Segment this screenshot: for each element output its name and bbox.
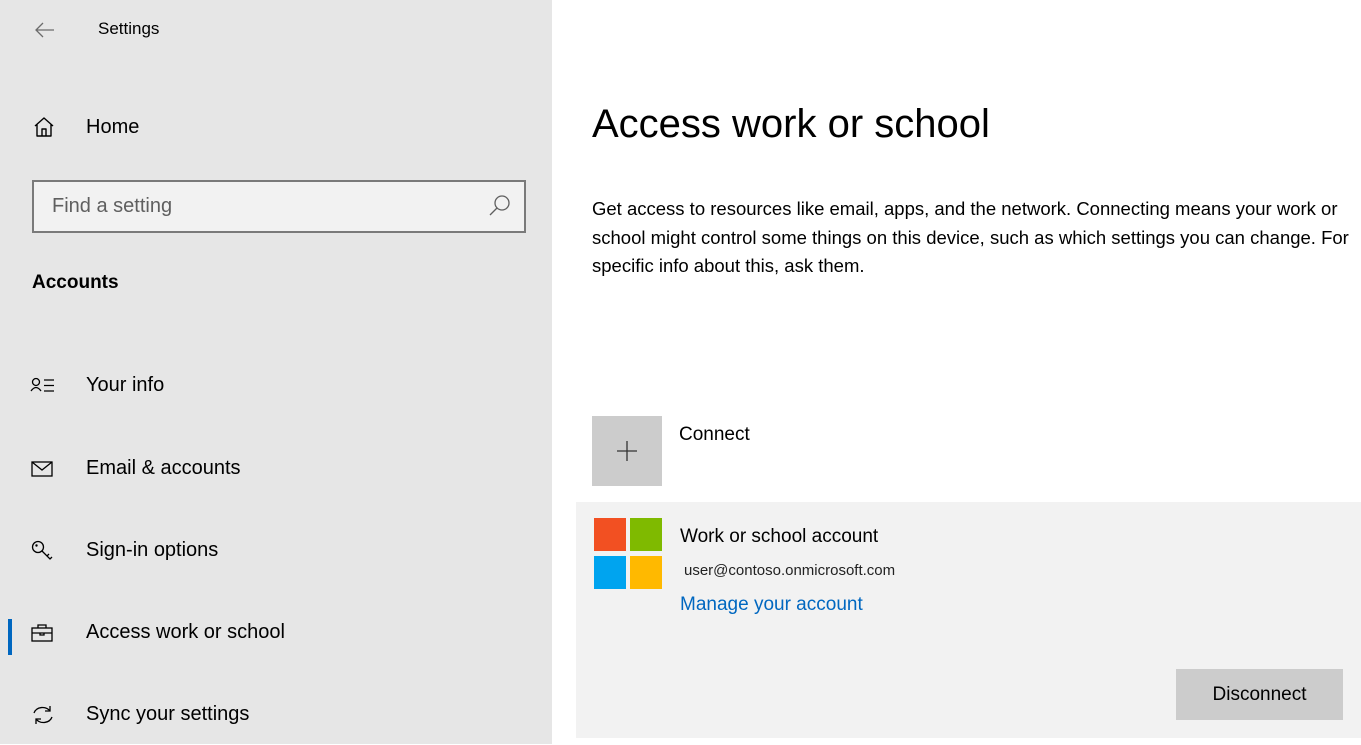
account-email: user@contoso.onmicrosoft.com: [684, 562, 896, 579]
sidebar-item-sync-your-settings[interactable]: Sync your settings: [0, 685, 552, 745]
account-name: Work or school account: [680, 526, 879, 547]
page-description: Get access to resources like email, apps…: [592, 198, 1349, 276]
microsoft-logo-icon: [594, 518, 662, 589]
sidebar-item-label: Your info: [86, 374, 165, 396]
section-title: Accounts: [32, 272, 119, 293]
briefcase-icon: [31, 624, 53, 642]
disconnect-button[interactable]: Disconnect: [1176, 669, 1343, 720]
selection-indicator: [8, 619, 12, 655]
page-title: Access work or school: [592, 102, 990, 146]
sidebar: Settings Home Accounts Your info Email &…: [0, 0, 552, 744]
connect-tile[interactable]: [592, 416, 662, 486]
app-title: Settings: [98, 19, 160, 38]
sidebar-item-label: Sync your settings: [86, 703, 250, 725]
title-bar: Settings: [0, 0, 552, 62]
manage-account-link[interactable]: Manage your account: [680, 594, 863, 616]
sidebar-item-label: Email & accounts: [86, 457, 241, 479]
sidebar-item-label: Home: [86, 116, 140, 138]
home-icon: [34, 117, 54, 137]
connect-label: Connect: [679, 424, 750, 445]
account-panel[interactable]: Work or school account user@contoso.onmi…: [576, 502, 1361, 738]
sidebar-item-email-accounts[interactable]: Email & accounts: [0, 439, 552, 499]
sidebar-item-sign-in-options[interactable]: Sign-in options: [0, 521, 552, 581]
sidebar-item-home[interactable]: Home: [0, 104, 552, 150]
key-icon: [31, 540, 53, 560]
sidebar-item-label: Sign-in options: [86, 539, 219, 561]
sidebar-item-your-info[interactable]: Your info: [0, 356, 552, 416]
search-input[interactable]: [34, 182, 474, 231]
search-icon[interactable]: [488, 194, 512, 218]
search-box[interactable]: [32, 180, 526, 233]
connect-button[interactable]: Connect: [592, 416, 992, 486]
person-list-icon: [30, 377, 54, 392]
sync-icon: [33, 706, 53, 724]
envelope-icon: [31, 461, 53, 477]
back-button[interactable]: [22, 10, 68, 50]
sidebar-item-access-work-or-school[interactable]: Access work or school: [0, 603, 552, 663]
main-content: Access work or school Get access to reso…: [552, 0, 1361, 744]
sidebar-item-label: Access work or school: [86, 621, 285, 643]
plus-icon: [617, 441, 637, 461]
arrow-left-icon: [35, 22, 54, 38]
